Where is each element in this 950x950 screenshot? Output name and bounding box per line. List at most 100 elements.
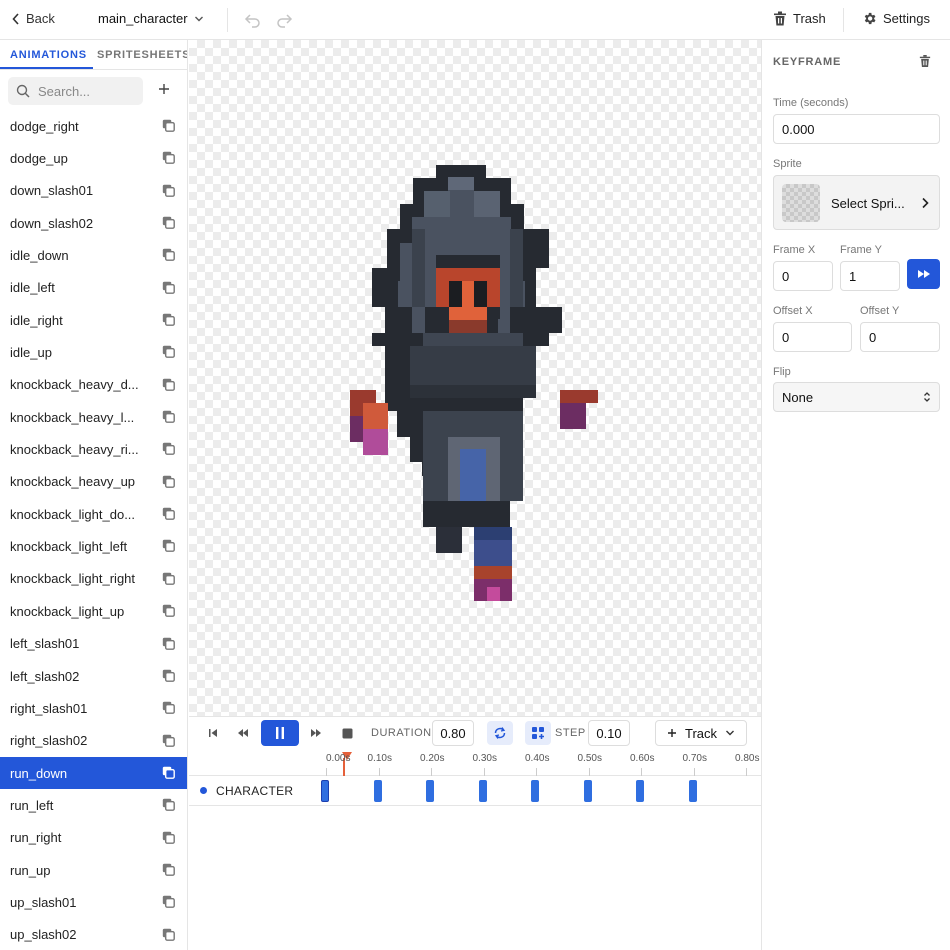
- skip-start-button[interactable]: [205, 717, 221, 749]
- flip-select[interactable]: None: [773, 382, 940, 412]
- delete-keyframe-button[interactable]: [919, 54, 931, 71]
- project-selector[interactable]: main_character: [98, 11, 204, 26]
- track-row-character[interactable]: CHARACTER: [189, 776, 761, 806]
- grid-snap-icon: [532, 727, 544, 739]
- duration-input[interactable]: 0.80: [432, 720, 474, 746]
- animation-list-item[interactable]: run_left: [0, 789, 187, 821]
- add-animation-button[interactable]: [157, 82, 171, 99]
- animation-list-item[interactable]: knockback_light_left: [0, 530, 187, 562]
- back-button[interactable]: Back: [12, 11, 55, 26]
- animation-list-item[interactable]: dodge_right: [0, 110, 187, 142]
- duplicate-icon[interactable]: [162, 475, 175, 491]
- loop-toggle[interactable]: [487, 721, 513, 745]
- duplicate-icon[interactable]: [162, 831, 175, 847]
- trash-button[interactable]: Trash: [773, 11, 826, 26]
- duplicate-icon[interactable]: [162, 863, 175, 879]
- keyframe-marker[interactable]: [426, 780, 434, 802]
- duplicate-icon[interactable]: [162, 119, 175, 135]
- animation-name: right_slash02: [10, 733, 88, 749]
- keyframe-marker[interactable]: [531, 780, 539, 802]
- offset-y-input[interactable]: [860, 322, 940, 352]
- keyframe-marker[interactable]: [373, 780, 382, 802]
- fast-forward-button[interactable]: [307, 717, 325, 749]
- duplicate-icon[interactable]: [162, 313, 175, 329]
- animation-list-item[interactable]: idle_down: [0, 239, 187, 271]
- duplicate-icon[interactable]: [162, 637, 175, 653]
- animation-list-item[interactable]: down_slash02: [0, 207, 187, 239]
- rewind-button[interactable]: [234, 717, 252, 749]
- animation-list-item[interactable]: knockback_light_right: [0, 563, 187, 595]
- duplicate-icon[interactable]: [162, 766, 175, 782]
- duplicate-icon[interactable]: [162, 895, 175, 911]
- duplicate-icon[interactable]: [162, 604, 175, 620]
- duplicate-icon[interactable]: [162, 248, 175, 264]
- step-input[interactable]: 0.10: [588, 720, 630, 746]
- duplicate-icon[interactable]: [162, 184, 175, 200]
- animation-list-item[interactable]: run_right: [0, 822, 187, 854]
- animation-list-item[interactable]: down_slash01: [0, 175, 187, 207]
- animation-list-item[interactable]: idle_right: [0, 304, 187, 336]
- gear-icon: [864, 12, 876, 25]
- animation-list-item[interactable]: run_up: [0, 854, 187, 886]
- duplicate-icon[interactable]: [162, 216, 175, 232]
- animation-list-item[interactable]: knockback_heavy_up: [0, 466, 187, 498]
- animation-list-item[interactable]: left_slash01: [0, 628, 187, 660]
- keyframe-marker[interactable]: [636, 780, 644, 802]
- offset-x-input[interactable]: [773, 322, 852, 352]
- animation-list-item[interactable]: knockback_heavy_l...: [0, 401, 187, 433]
- timeline-ruler[interactable]: 0.00s 0.10s 0.20s 0.30s 0.40s 0.50s 0.60s 0.70s…: [189, 748, 761, 776]
- duplicate-icon[interactable]: [162, 572, 175, 588]
- keyframe-marker[interactable]: [321, 780, 329, 802]
- animation-list-item[interactable]: up_slash02: [0, 919, 187, 950]
- animation-list-item[interactable]: right_slash02: [0, 725, 187, 757]
- stop-button[interactable]: [339, 717, 355, 749]
- animation-list-item[interactable]: left_slash02: [0, 660, 187, 692]
- keyframe-marker[interactable]: [478, 780, 487, 802]
- animation-list-item[interactable]: idle_up: [0, 336, 187, 368]
- undo-icon: [244, 14, 260, 28]
- add-track-button[interactable]: Track: [655, 720, 747, 746]
- animation-list-item[interactable]: up_slash01: [0, 886, 187, 918]
- duplicate-icon[interactable]: [162, 378, 175, 394]
- animation-list-item[interactable]: knockback_light_up: [0, 595, 187, 627]
- duplicate-icon[interactable]: [162, 151, 175, 167]
- pause-button[interactable]: [261, 720, 299, 746]
- time-tick-label: 0.70s: [682, 753, 707, 764]
- next-frame-button[interactable]: [907, 259, 940, 289]
- keyframe-marker[interactable]: [688, 780, 697, 802]
- animation-list-item[interactable]: run_down: [0, 756, 187, 790]
- time-input[interactable]: [773, 114, 940, 144]
- animation-list-item[interactable]: knockback_heavy_d...: [0, 369, 187, 401]
- tab-animations[interactable]: ANIMATIONS: [10, 49, 87, 61]
- time-label: Time (seconds): [773, 97, 849, 109]
- animation-list-item[interactable]: dodge_up: [0, 142, 187, 174]
- duplicate-icon[interactable]: [162, 734, 175, 750]
- animation-name: left_slash01: [10, 636, 80, 652]
- duplicate-icon[interactable]: [162, 442, 175, 458]
- duplicate-icon[interactable]: [162, 669, 175, 685]
- search-input[interactable]: [38, 83, 138, 99]
- redo-button[interactable]: [275, 11, 293, 32]
- duplicate-icon[interactable]: [162, 507, 175, 523]
- select-sprite-button[interactable]: Select Spri...: [773, 175, 940, 230]
- duplicate-icon[interactable]: [162, 539, 175, 555]
- animation-list-item[interactable]: knockback_light_do...: [0, 498, 187, 530]
- animation-list-item[interactable]: knockback_heavy_ri...: [0, 433, 187, 465]
- duplicate-icon[interactable]: [162, 928, 175, 944]
- duplicate-icon[interactable]: [162, 345, 175, 361]
- animation-list-item[interactable]: idle_left: [0, 272, 187, 304]
- duplicate-icon[interactable]: [162, 701, 175, 717]
- frame-y-input[interactable]: [840, 261, 900, 291]
- duplicate-icon[interactable]: [162, 281, 175, 297]
- tab-spritesheets[interactable]: SPRITESHEETS: [97, 49, 187, 61]
- animation-list-item[interactable]: right_slash01: [0, 692, 187, 724]
- duplicate-icon[interactable]: [162, 798, 175, 814]
- time-tick: [378, 768, 380, 776]
- duplicate-icon[interactable]: [162, 410, 175, 426]
- frame-x-input[interactable]: [773, 261, 833, 291]
- snap-toggle[interactable]: [525, 721, 551, 745]
- undo-button[interactable]: [244, 11, 262, 32]
- keyframe-marker[interactable]: [583, 780, 592, 802]
- preview-canvas[interactable]: [189, 40, 761, 716]
- settings-button[interactable]: Settings: [862, 11, 930, 26]
